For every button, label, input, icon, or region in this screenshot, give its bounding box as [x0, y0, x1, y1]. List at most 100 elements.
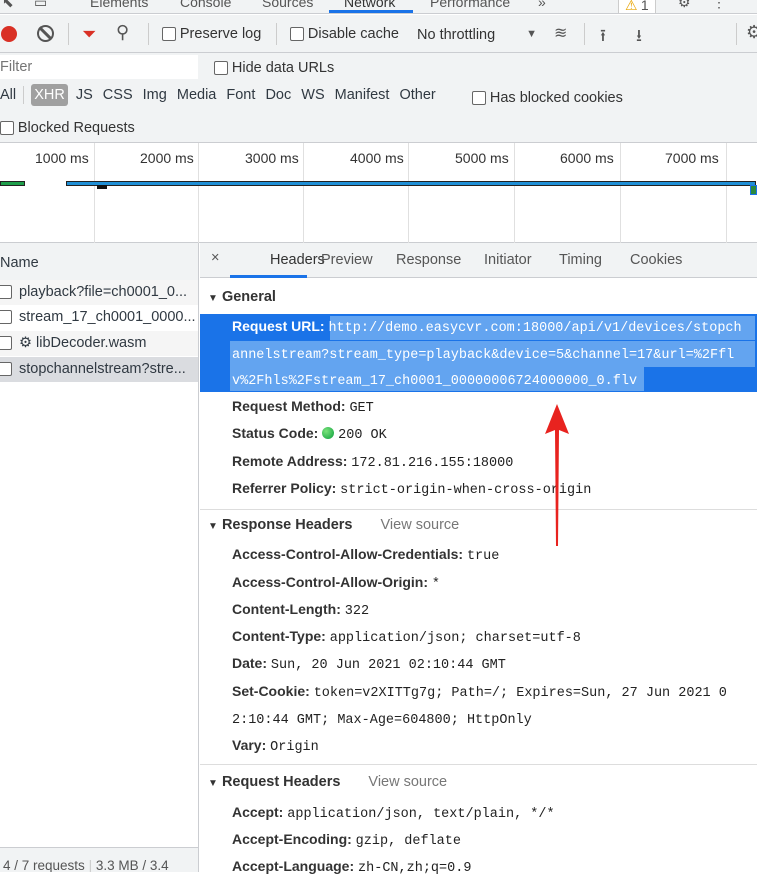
tab-elements[interactable]: Elements — [90, 0, 148, 10]
type-img[interactable]: Img — [143, 87, 167, 103]
tick-label: 5000 ms — [455, 150, 509, 166]
tab-response[interactable]: Response — [396, 252, 461, 268]
timeline-overview[interactable]: 1000 ms 2000 ms 3000 ms 4000 ms 5000 ms … — [0, 143, 757, 243]
type-doc[interactable]: Doc — [265, 87, 291, 103]
header-row: Set-Cookie: token=v2XITTg7g; Path=/; Exp… — [232, 683, 727, 701]
device-toggle-icon[interactable]: ▭ — [34, 0, 47, 11]
preserve-log-checkbox[interactable]: Preserve log — [162, 25, 261, 42]
filter-input[interactable] — [0, 55, 198, 79]
header-row: Content-Type: application/json; charset=… — [232, 628, 581, 646]
detail-tabs: × Headers Preview Response Initiator Tim… — [200, 243, 757, 278]
type-ws[interactable]: WS — [301, 87, 324, 103]
separator — [736, 23, 737, 45]
tick-label: 2000 ms — [140, 150, 194, 166]
close-icon[interactable]: × — [211, 250, 219, 266]
header-row: Access-Control-Allow-Credentials: true — [232, 546, 500, 564]
header-row: Accept-Language: zh-CN,zh;q=0.9 — [232, 858, 472, 876]
status-code-row: Status Code: 200 OK — [232, 425, 387, 443]
tick-label: 6000 ms — [560, 150, 614, 166]
timeline-bar — [750, 185, 757, 195]
inspect-icon[interactable]: ⬉ — [2, 0, 14, 11]
wasm-icon: ⚙ — [19, 335, 37, 351]
header-row: Vary: Origin — [232, 737, 319, 755]
chevron-down-icon: ▼ — [526, 28, 537, 40]
request-url-cont: annelstream?stream_type=playback&device=… — [232, 348, 735, 363]
devtools-tab-bar: ⬉ ▭ Elements Console Sources Network Per… — [0, 0, 757, 14]
tick-label: 4000 ms — [350, 150, 404, 166]
filter-icon[interactable]: ⏷ — [82, 24, 96, 45]
timeline-bar — [66, 181, 756, 186]
view-source-link[interactable]: View source — [368, 774, 447, 790]
tab-timing[interactable]: Timing — [559, 252, 602, 268]
blocked-requests-checkbox[interactable]: Blocked Requests — [0, 119, 135, 136]
type-js[interactable]: JS — [76, 87, 93, 103]
tab-console[interactable]: Console — [180, 0, 231, 10]
type-manifest[interactable]: Manifest — [335, 87, 390, 103]
tab-initiator[interactable]: Initiator — [484, 252, 532, 268]
request-method-row: Request Method: GET — [232, 398, 374, 416]
list-item[interactable]: ⚙ libDecoder.wasm — [0, 331, 198, 356]
header-row: Date: Sun, 20 Jun 2021 02:10:44 GMT — [232, 655, 506, 673]
type-other[interactable]: Other — [400, 87, 436, 103]
timeline-bar — [97, 185, 107, 189]
general-section-header[interactable]: ▼ General — [208, 289, 276, 305]
separator — [276, 23, 277, 45]
name-column-header[interactable]: Name — [0, 243, 198, 282]
separator — [148, 23, 149, 45]
header-row: Content-Length: 322 — [232, 601, 370, 619]
response-headers-section-header[interactable]: ▼ Response Headers View source — [208, 517, 459, 533]
view-source-link[interactable]: View source — [381, 517, 460, 533]
annotation-arrow-icon — [545, 404, 569, 546]
throttling-select[interactable]: No throttling ▼ — [417, 26, 539, 43]
record-icon[interactable] — [1, 26, 17, 42]
type-media[interactable]: Media — [177, 87, 217, 103]
network-settings-icon[interactable]: ⚙ — [746, 22, 757, 43]
request-url-cont: v%2Fhls%2Fstream_17_ch0001_0000000672400… — [232, 374, 638, 389]
type-css[interactable]: CSS — [103, 87, 133, 103]
tab-headers[interactable]: Headers — [270, 252, 325, 268]
request-list: Name playback?file=ch0001_0... stream_17… — [0, 243, 199, 872]
import-har-icon[interactable]: ⭱ — [600, 23, 606, 52]
search-icon[interactable]: ⚲ — [116, 22, 129, 43]
referrer-policy-row: Referrer Policy: strict-origin-when-cros… — [232, 480, 592, 498]
status-dot-icon — [322, 427, 335, 439]
tick-label: 1000 ms — [35, 150, 89, 166]
settings-icon[interactable]: ⚙ — [678, 0, 691, 11]
tab-preview[interactable]: Preview — [321, 252, 373, 268]
tick-label: 3000 ms — [245, 150, 299, 166]
tab-cookies[interactable]: Cookies — [630, 252, 682, 268]
header-row: Accept: application/json, text/plain, */… — [232, 804, 555, 822]
header-row-cont: 2:10:44 GMT; Max-Age=604800; HttpOnly — [232, 713, 532, 728]
list-item-selected[interactable]: stopchannelstream?stre... — [0, 357, 198, 382]
type-xhr[interactable]: XHR — [31, 83, 68, 106]
header-row: Accept-Encoding: gzip, deflate — [232, 831, 461, 849]
request-url-row[interactable]: Request URL: http://demo.easycvr.com:180… — [232, 318, 742, 336]
tab-performance[interactable]: Performance — [430, 0, 510, 10]
request-headers-section-header[interactable]: ▼ Request Headers View source — [208, 774, 447, 790]
export-har-icon[interactable]: ⭳ — [636, 23, 642, 52]
warnings-badge[interactable]: ⚠ 1 — [618, 0, 656, 13]
clear-icon[interactable] — [37, 25, 54, 42]
network-conditions-icon[interactable]: ≋ — [554, 23, 567, 43]
more-tabs-icon[interactable]: » — [538, 0, 546, 10]
request-count: 4 / 7 requests — [3, 858, 85, 872]
tab-network[interactable]: Network — [344, 0, 395, 10]
active-tab-indicator — [230, 275, 307, 278]
status-bar: 4 / 7 requests | 3.3 MB / 3.4 — [0, 847, 198, 872]
disable-cache-checkbox[interactable]: Disable cache — [290, 25, 399, 42]
list-item[interactable]: playback?file=ch0001_0... — [0, 280, 198, 305]
has-blocked-cookies-checkbox[interactable]: Has blocked cookies — [472, 89, 623, 106]
filter-bar: Hide data URLs All XHR JS CSS Img Media … — [0, 53, 757, 143]
header-row: Access-Control-Allow-Origin: * — [232, 574, 441, 592]
active-tab-indicator — [329, 10, 413, 13]
hide-data-urls-checkbox[interactable]: Hide data URLs — [214, 59, 334, 76]
remote-address-row: Remote Address: 172.81.216.155:18000 — [232, 453, 514, 471]
tab-sources[interactable]: Sources — [262, 0, 313, 10]
type-all[interactable]: All — [0, 87, 16, 103]
list-item[interactable]: stream_17_ch0001_0000... — [0, 305, 198, 330]
transfer-size: 3.3 MB / 3.4 — [95, 858, 169, 872]
timeline-bar — [0, 181, 25, 186]
network-toolbar: ⏷ ⚲ Preserve log Disable cache No thrott… — [0, 15, 757, 53]
more-options-icon[interactable]: ⋮ — [712, 0, 726, 11]
type-font[interactable]: Font — [226, 87, 255, 103]
